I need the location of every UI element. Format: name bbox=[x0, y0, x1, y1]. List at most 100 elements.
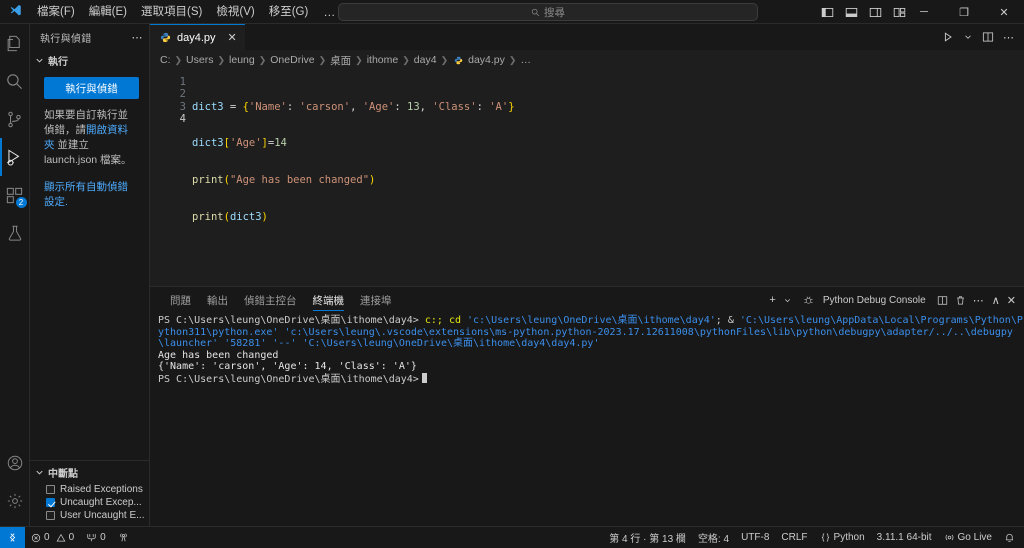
activity-run-and-debug-icon[interactable] bbox=[0, 138, 30, 176]
breadcrumb-item-7[interactable]: day4.py bbox=[468, 54, 505, 66]
terminal-command-line: PS C:\Users\leung\OneDrive\桌面\ithome\day… bbox=[158, 315, 1024, 350]
editor-more-actions-button[interactable]: ⋯ bbox=[1003, 31, 1015, 44]
minimize-button[interactable]: ─ bbox=[904, 0, 944, 24]
panel-more-actions-button[interactable]: ⋯ bbox=[973, 294, 985, 307]
code-content[interactable]: dict3 = {'Name': 'carson', 'Age': 13, 'C… bbox=[192, 70, 1024, 286]
command-search-bar[interactable]: 搜尋 bbox=[338, 3, 758, 21]
menu-selection[interactable]: 選取項目(S) bbox=[134, 0, 209, 24]
breadcrumb-item-3[interactable]: OneDrive bbox=[270, 54, 314, 66]
activity-search-icon[interactable] bbox=[0, 62, 30, 100]
title-bar: 檔案(F) 編輯(E) 選取項目(S) 檢視(V) 移至(G) … ← → 搜尋 bbox=[0, 0, 1024, 24]
breadcrumb-separator-icon: ❯ bbox=[402, 54, 410, 65]
indentation-status[interactable]: 空格: 4 bbox=[692, 527, 735, 548]
maximize-panel-button[interactable]: ∧ bbox=[992, 294, 1000, 307]
activity-settings-gear-icon[interactable] bbox=[0, 482, 30, 520]
new-terminal-button[interactable]: + bbox=[769, 294, 775, 306]
tab-problems[interactable]: 問題 bbox=[162, 287, 199, 313]
breakpoint-user-uncaught-exceptions[interactable]: User Uncaught E... bbox=[30, 509, 149, 522]
chevron-down-icon[interactable] bbox=[783, 296, 792, 305]
search-placeholder-text: 搜尋 bbox=[544, 6, 565, 19]
breadcrumb-item-4[interactable]: 桌面 bbox=[330, 53, 351, 68]
tab-output[interactable]: 輸出 bbox=[199, 287, 236, 313]
remote-window-button[interactable] bbox=[0, 526, 25, 548]
encoding-status[interactable]: UTF-8 bbox=[735, 527, 775, 548]
chevron-down-icon bbox=[34, 55, 45, 66]
sidebar-title: 執行與偵錯 bbox=[40, 33, 92, 45]
menu-go[interactable]: 移至(G) bbox=[262, 0, 316, 24]
close-window-button[interactable]: ✕ bbox=[984, 0, 1024, 24]
breakpoint-label: User Uncaught E... bbox=[60, 510, 145, 521]
terminal-content[interactable]: PS C:\Users\leung\OneDrive\桌面\ithome\day… bbox=[150, 313, 1024, 526]
breadcrumb-item-5[interactable]: ithome bbox=[367, 54, 399, 66]
notifications-status[interactable] bbox=[998, 527, 1024, 548]
close-tab-button[interactable]: ✕ bbox=[228, 31, 237, 44]
close-panel-button[interactable]: ✕ bbox=[1007, 294, 1016, 307]
kill-terminal-trash-icon[interactable] bbox=[955, 295, 966, 306]
ports-status[interactable]: 0 bbox=[80, 527, 112, 548]
breadcrumb-item-2[interactable]: leung bbox=[229, 54, 255, 66]
live-share-status[interactable] bbox=[112, 527, 135, 548]
terminal-prompt: PS C:\Users\leung\OneDrive\桌面\ithome\day… bbox=[158, 315, 425, 326]
error-count: 0 bbox=[44, 532, 50, 543]
breadcrumb-separator-icon: ❯ bbox=[174, 54, 183, 65]
line-number: 3 bbox=[179, 100, 186, 113]
toggle-secondary-sidebar-icon[interactable] bbox=[869, 6, 882, 19]
terminal-name-label[interactable]: Python Debug Console bbox=[823, 295, 926, 306]
tab-ports[interactable]: 連接埠 bbox=[352, 287, 400, 313]
search-icon bbox=[531, 8, 540, 17]
activity-extensions-icon[interactable]: 2 bbox=[0, 176, 30, 214]
code-editor[interactable]: 1 2 3 4 dict3 = {'Name': 'carson', 'Age'… bbox=[150, 70, 1024, 286]
menu-bar: 檔案(F) 編輯(E) 選取項目(S) 檢視(V) 移至(G) … bbox=[30, 0, 344, 23]
breakpoint-raised-exceptions[interactable]: Raised Exceptions bbox=[30, 483, 149, 496]
activity-explorer-icon[interactable] bbox=[0, 24, 30, 62]
checkbox-uncaught-exceptions[interactable] bbox=[46, 498, 55, 507]
vscode-logo-icon bbox=[0, 4, 30, 19]
breadcrumb-item-8[interactable]: … bbox=[520, 54, 531, 66]
breakpoint-uncaught-exceptions[interactable]: Uncaught Excep... bbox=[30, 496, 149, 509]
bottom-panel: 問題 輸出 偵錯主控台 終端機 連接埠 + Python Debug Conso… bbox=[150, 286, 1024, 526]
python-interpreter-status[interactable]: 3.11.1 64-bit bbox=[871, 527, 938, 548]
activity-testing-icon[interactable] bbox=[0, 214, 30, 252]
split-terminal-icon[interactable] bbox=[937, 295, 948, 306]
run-section-header[interactable]: 執行 bbox=[30, 50, 149, 71]
sidebar-more-actions-button[interactable]: ⋯ bbox=[132, 31, 144, 44]
chevron-down-icon[interactable] bbox=[963, 32, 973, 42]
split-editor-icon[interactable] bbox=[982, 31, 994, 43]
checkbox-raised-exceptions[interactable] bbox=[46, 485, 55, 494]
activity-account-icon[interactable] bbox=[0, 444, 30, 482]
run-python-file-icon[interactable] bbox=[942, 31, 954, 43]
toggle-panel-icon[interactable] bbox=[845, 6, 858, 19]
show-all-automatic-debug-configurations-link[interactable]: 顯示所有自動偵錯設定. bbox=[44, 180, 137, 210]
problems-status[interactable]: 0 0 bbox=[25, 527, 80, 548]
broadcast-icon bbox=[944, 532, 955, 543]
breadcrumb-separator-icon: ❯ bbox=[440, 54, 449, 65]
menu-file[interactable]: 檔案(F) bbox=[30, 0, 82, 24]
terminal-cmd-script: 'C:\Users\leung\OneDrive\桌面\ithome\day4\… bbox=[302, 338, 600, 349]
terminal-cmd-port: '58281' bbox=[224, 338, 273, 349]
tab-terminal[interactable]: 終端機 bbox=[305, 287, 353, 313]
terminal-cmd-sep: '--' bbox=[272, 338, 303, 349]
breadcrumb-item-0[interactable]: C: bbox=[160, 54, 171, 66]
checkbox-user-uncaught-exceptions[interactable] bbox=[46, 511, 55, 520]
run-and-debug-button[interactable]: 執行與偵錯 bbox=[44, 77, 139, 99]
tab-debug-console[interactable]: 偵錯主控台 bbox=[236, 287, 305, 313]
activity-bar: 2 bbox=[0, 24, 30, 526]
menu-view[interactable]: 檢視(V) bbox=[209, 0, 261, 24]
terminal-output-line-1: Age has been changed bbox=[158, 349, 279, 361]
eol-status[interactable]: CRLF bbox=[775, 527, 813, 548]
activity-source-control-icon[interactable] bbox=[0, 100, 30, 138]
terminal-cursor bbox=[421, 372, 427, 383]
cursor-position-status[interactable]: 第 4 行 · 第 13 欄 bbox=[603, 527, 692, 548]
breadcrumb-item-1[interactable]: Users bbox=[186, 54, 213, 66]
go-live-status[interactable]: Go Live bbox=[938, 527, 998, 548]
breadcrumb-item-6[interactable]: day4 bbox=[414, 54, 437, 66]
remote-window-icon bbox=[7, 532, 18, 543]
maximize-button[interactable]: ❐ bbox=[944, 0, 984, 24]
breakpoints-section: 中斷點 Raised Exceptions Uncaught Excep... … bbox=[30, 460, 149, 526]
language-mode-status[interactable]: Python bbox=[814, 527, 871, 548]
breakpoints-section-header[interactable]: 中斷點 bbox=[30, 461, 149, 483]
menu-edit[interactable]: 編輯(E) bbox=[82, 0, 134, 24]
tab-day4-py[interactable]: day4.py ✕ bbox=[150, 24, 245, 50]
toggle-primary-sidebar-icon[interactable] bbox=[821, 6, 834, 19]
